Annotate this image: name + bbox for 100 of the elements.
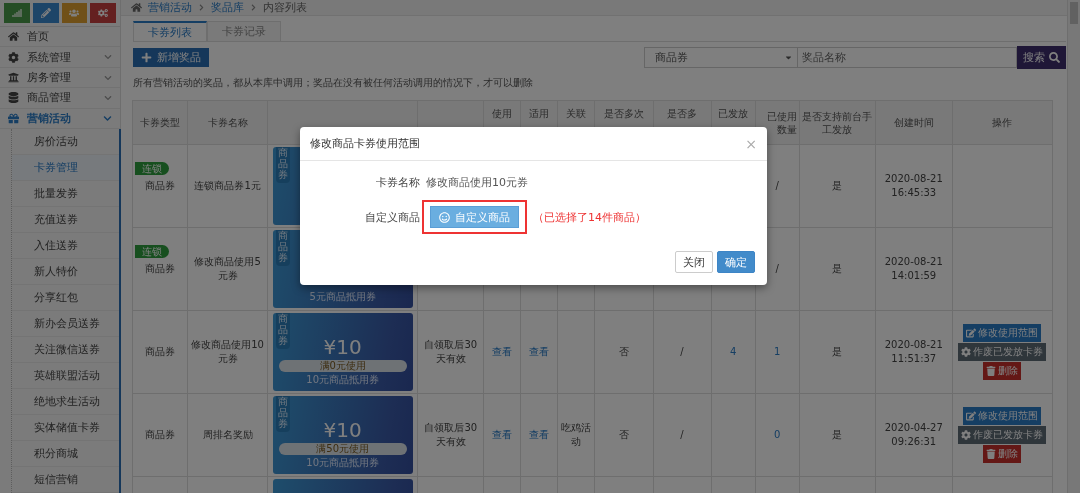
toolbar-button[interactable] <box>90 3 116 23</box>
coupon-condition: 满50元使用 <box>278 443 407 455</box>
column-header: 已发放 <box>718 108 749 119</box>
table-cell-text: 商品券 <box>145 344 175 359</box>
table-cell-text: 否 <box>618 344 629 359</box>
edit-icon <box>966 328 977 338</box>
view-link[interactable]: 查看 <box>529 345 550 357</box>
coupon-subtitle: 10元商品抵用券 <box>306 373 380 387</box>
table-cell-text: 是 <box>832 261 843 276</box>
count-link[interactable]: 0 <box>773 428 781 440</box>
coupon-condition: 满0元使用 <box>278 360 407 372</box>
toolbar-button[interactable] <box>32 3 59 23</box>
search-field[interactable]: 奖品名称 <box>798 47 1017 68</box>
coupon-subtitle: 5元商品抵用券 <box>309 290 376 304</box>
trash-icon <box>986 449 997 459</box>
sidebar-subitem[interactable]: 短信营销 <box>12 467 119 493</box>
coupon-tag: 商品券 <box>275 230 290 266</box>
sidebar-item[interactable]: 房务管理 <box>0 67 120 89</box>
column-header: 卡券名称 <box>207 117 248 128</box>
field-value: 修改商品使用10元券 <box>425 175 529 190</box>
sidebar-subitem[interactable]: 绝地求生活动 <box>12 389 119 416</box>
column-header: 操作 <box>992 117 1013 128</box>
sidebar-subitem[interactable]: 入住送券 <box>12 233 119 260</box>
type-select[interactable]: 商品券 <box>644 47 798 68</box>
signal-icon <box>11 8 22 18</box>
table-cell-text: 是 <box>832 178 843 193</box>
field-label: 卡券名称 <box>375 175 420 190</box>
caret-icon <box>784 53 793 62</box>
gear-icon <box>961 347 972 357</box>
sidebar-subitem[interactable]: 英雄联盟活动 <box>12 363 119 390</box>
coupon-amount: ¥10 <box>323 335 362 359</box>
view-link[interactable]: 查看 <box>529 428 550 440</box>
view-link[interactable]: 查看 <box>492 345 513 357</box>
table-cell-text: 连锁商品券1元 <box>194 178 261 193</box>
column-header: 已使用数量 <box>766 110 797 135</box>
table-cell-text: 自领取后30天有效 <box>423 420 479 449</box>
sidebar-subitem[interactable]: 充值送券 <box>12 207 119 234</box>
view-link[interactable]: 查看 <box>492 428 513 440</box>
table-cell-text: 自领取后30天有效 <box>423 337 479 366</box>
table-cell-text: 2020-08-21 11:51:37 <box>883 337 944 366</box>
plus-icon <box>141 52 152 63</box>
breadcrumb-link[interactable]: 营销活动 <box>148 0 192 15</box>
table-cell-text: / <box>680 427 684 442</box>
toolbar-button[interactable] <box>4 3 30 23</box>
chevron-icon <box>250 4 257 11</box>
tab[interactable]: 卡券列表 <box>133 21 207 41</box>
breadcrumb-current: 内容列表 <box>263 0 307 15</box>
close-button[interactable]: × <box>745 135 757 152</box>
void-button[interactable]: 作废已发放卡券 <box>958 343 1047 361</box>
modal-title: 修改商品卡券使用范围 <box>310 136 421 151</box>
custom-goods-button[interactable]: 自定义商品 <box>430 206 519 228</box>
count-link[interactable]: 4 <box>729 345 737 357</box>
column-header: 是否支持前台手工发放 <box>802 110 873 135</box>
delete-button[interactable]: 删除 <box>983 362 1022 380</box>
sidebar-item[interactable]: 首页 <box>0 27 120 48</box>
search-button[interactable]: 搜索 <box>1017 46 1066 69</box>
sidebar-subitem[interactable]: 批量发券 <box>12 181 119 208</box>
close-dialog-button[interactable]: 关闭 <box>675 251 713 273</box>
note-text: 所有营销活动的奖品，都从本库中调用；奖品在没有被任何活动调用的情况下，才可以删除 <box>133 76 534 90</box>
pencil-icon <box>40 8 51 18</box>
delete-button[interactable]: 删除 <box>983 445 1022 463</box>
bank-icon <box>8 72 19 83</box>
table-cell-text: 周排名奖励 <box>202 427 253 442</box>
table-cell-text: 否 <box>618 427 629 442</box>
add-prize-button[interactable]: 新增奖品 <box>133 48 209 67</box>
table-cell-text: 商品券 <box>145 427 175 442</box>
sidebar-subitem[interactable]: 积分商城 <box>12 441 119 468</box>
sidebar-subitem[interactable]: 实体储值卡券 <box>12 415 119 442</box>
count-link[interactable]: 1 <box>773 345 781 357</box>
column-header: 适用 <box>529 108 550 119</box>
sidebar-subitem[interactable]: 新人特价 <box>12 259 119 286</box>
search-icon <box>1049 52 1060 63</box>
breadcrumb-link[interactable]: 奖品库 <box>211 0 244 15</box>
column-header: 是否多次 <box>603 108 644 119</box>
column-header: 是否多 <box>667 108 698 119</box>
table-cell-text: 修改商品使用5元券 <box>193 254 262 283</box>
coupon-tag: 商品券 <box>275 396 290 432</box>
gift-icon <box>8 112 19 124</box>
table-cell-text: 是 <box>832 344 843 359</box>
sidebar-item[interactable]: 商品管理 <box>0 88 120 109</box>
sidebar-subitem[interactable]: 卡券管理 <box>12 155 119 182</box>
edit-button[interactable]: 修改使用范围 <box>963 324 1042 342</box>
table-cell-text: 修改商品使用10元券 <box>191 337 265 366</box>
table-cell-text: 吃鸡活动 <box>561 420 592 449</box>
confirm-button[interactable]: 确定 <box>717 251 755 273</box>
table-cell-text: 2020-08-21 14:01:59 <box>883 254 944 283</box>
column-header: 创建时间 <box>893 117 934 128</box>
chain-badge: 连锁 <box>135 162 169 175</box>
sidebar-item[interactable]: 系统管理 <box>0 47 120 68</box>
table-cell-text: 2020-04-27 09:26:31 <box>883 420 944 449</box>
table-cell-text: / <box>775 178 779 193</box>
coupon-tag: 商品券 <box>275 313 290 349</box>
edit-button[interactable]: 修改使用范围 <box>963 407 1042 425</box>
sidebar-item[interactable]: 营销活动 <box>0 108 120 130</box>
sidebar-subitem[interactable]: 关注微信送券 <box>12 337 119 364</box>
sidebar-subitem[interactable]: 分享红包 <box>12 285 119 312</box>
toolbar-button[interactable] <box>61 3 88 23</box>
void-button[interactable]: 作废已发放卡券 <box>958 426 1047 444</box>
sidebar-subitem[interactable]: 新办会员送券 <box>12 311 119 338</box>
home-icon <box>131 2 142 13</box>
